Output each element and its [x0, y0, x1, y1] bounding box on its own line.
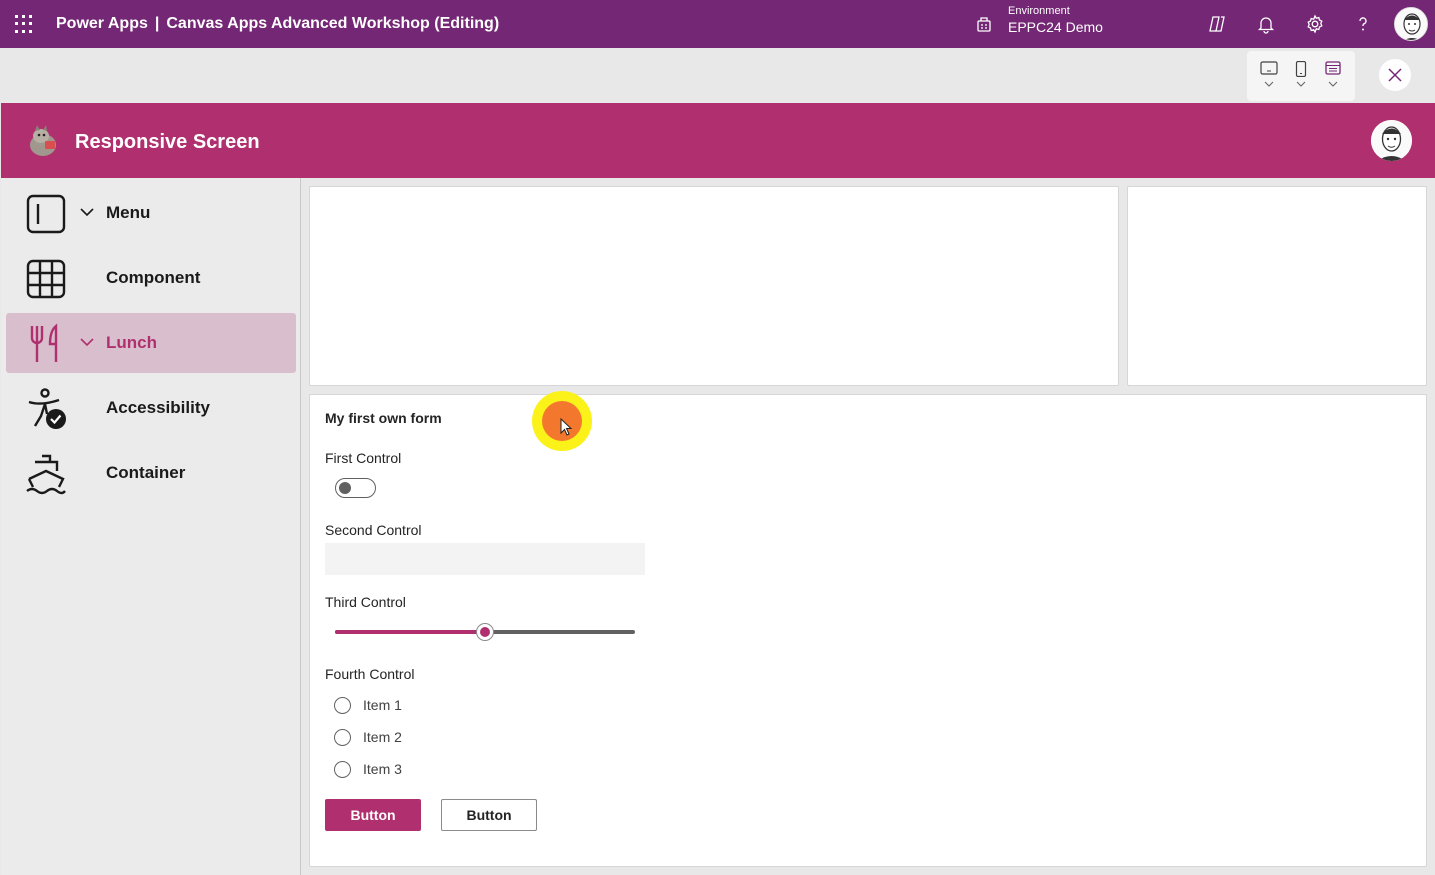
radio-circle[interactable]: [334, 696, 351, 714]
grid-icon: [26, 259, 66, 299]
gear-icon[interactable]: [1304, 13, 1326, 35]
first-control-label: First Control: [325, 450, 402, 466]
ship-icon: [26, 454, 66, 495]
close-icon: [1388, 68, 1402, 82]
chevron-down-icon: [80, 208, 94, 217]
sidebar-item-menu[interactable]: Menu: [6, 183, 296, 243]
toggle-knob: [339, 482, 351, 494]
bell-icon[interactable]: [1255, 13, 1277, 35]
second-control-label: Second Control: [325, 522, 422, 538]
radio-option-item-2[interactable]: Item 2: [334, 727, 402, 747]
app-header: Responsive Screen: [1, 103, 1435, 178]
sidebar-item-label: Component: [106, 268, 201, 287]
title-separator: |: [154, 15, 160, 32]
third-control-label: Third Control: [325, 594, 406, 610]
slider-thumb[interactable]: [476, 623, 494, 641]
content-panel-top-left: [309, 186, 1119, 386]
help-icon[interactable]: [1352, 13, 1374, 35]
sidebar-item-label: Menu: [106, 203, 151, 222]
environment-icon[interactable]: [975, 15, 993, 33]
user-avatar[interactable]: [1394, 7, 1428, 41]
sidebar-item-accessibility[interactable]: Accessibility: [6, 378, 296, 438]
header-avatar[interactable]: [1371, 120, 1412, 161]
copilot-icon[interactable]: [1206, 13, 1228, 35]
slider-fill: [335, 630, 485, 634]
waffle-icon[interactable]: [14, 14, 34, 34]
phone-icon[interactable]: [1288, 61, 1314, 95]
radio-circle[interactable]: [334, 728, 351, 746]
sidebar-item-label: Lunch: [106, 333, 157, 352]
sidebar-item-label: Container: [106, 463, 186, 482]
tablet-icon[interactable]: [1256, 61, 1282, 95]
sidebar-icon: [26, 194, 66, 234]
secondary-button[interactable]: Button: [441, 799, 537, 831]
close-preview-button[interactable]: [1379, 59, 1411, 91]
sidebar-item-lunch[interactable]: Lunch: [6, 313, 296, 373]
preview-toolbar: [0, 48, 1435, 103]
form-title: My first own form: [325, 410, 442, 426]
web-icon[interactable]: [1320, 61, 1346, 95]
app-logo-icon: [30, 125, 56, 156]
sidebar-item-label: Accessibility: [106, 398, 210, 417]
cursor-arrow-icon: [560, 418, 573, 436]
third-control-slider[interactable]: [335, 623, 635, 641]
first-control-toggle[interactable]: [335, 478, 376, 498]
environment-label: Environment: [1008, 5, 1070, 17]
app-name: Canvas Apps Advanced Workshop (Editing): [166, 15, 500, 32]
app-title: Power Apps | Canvas Apps Advanced Workshop…: [56, 15, 499, 33]
product-name[interactable]: Power Apps: [56, 15, 148, 32]
sidebar-item-container[interactable]: Container: [6, 443, 296, 503]
sidebar-item-component[interactable]: Component: [6, 248, 296, 308]
radio-option-item-3[interactable]: Item 3: [334, 759, 402, 779]
screen-title: Responsive Screen: [75, 131, 260, 153]
environment-picker[interactable]: Environment EPPC24 Demo: [1008, 5, 1103, 36]
environment-name: EPPC24 Demo: [1008, 19, 1103, 36]
device-switcher: [1247, 51, 1355, 101]
radio-label: Item 3: [363, 761, 402, 777]
content-panel-top-right: [1127, 186, 1427, 386]
fourth-control-label: Fourth Control: [325, 666, 415, 682]
radio-label: Item 2: [363, 729, 402, 745]
chevron-down-icon: [80, 338, 94, 347]
sidebar-nav: Menu Component Lunch Accessibility Conta…: [1, 178, 301, 875]
radio-label: Item 1: [363, 697, 402, 713]
radio-circle[interactable]: [334, 760, 351, 778]
primary-button[interactable]: Button: [325, 799, 421, 831]
radio-option-item-1[interactable]: Item 1: [334, 695, 402, 715]
cutlery-icon: [30, 323, 58, 362]
top-bar: Power Apps | Canvas Apps Advanced Workshop…: [0, 0, 1435, 48]
accessibility-icon: [28, 388, 66, 429]
second-control-input[interactable]: [325, 543, 645, 575]
